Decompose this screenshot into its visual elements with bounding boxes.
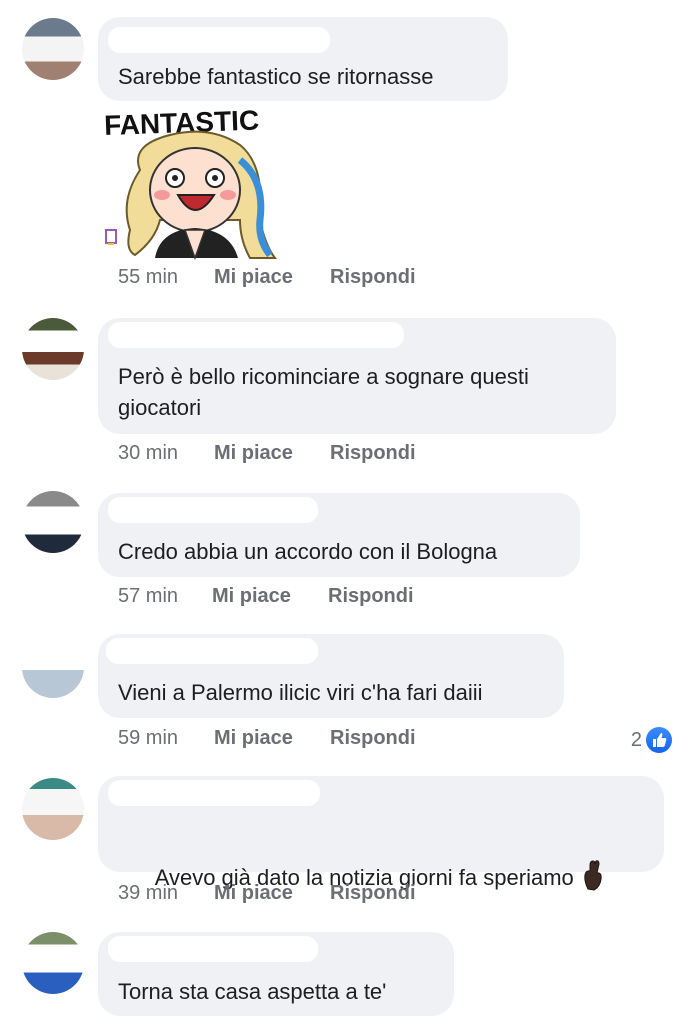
- comment-text: Credo abbia un accordo con il Bologna: [118, 539, 498, 564]
- like-button[interactable]: Mi piace: [214, 727, 293, 750]
- comment-meta: 39 min Mi piace Rispondi: [0, 882, 692, 908]
- comment-text: Avevo già dato la notizia giorni fa sper…: [118, 828, 606, 930]
- comment-bubble[interactable]: Avevo già dato la notizia giorni fa sper…: [98, 776, 664, 891]
- redacted-author-name: [106, 638, 318, 664]
- avatar[interactable]: [22, 491, 84, 553]
- timestamp: 39 min: [118, 882, 179, 904]
- thumbs-up-icon: [646, 727, 672, 753]
- redacted-author-name: [108, 322, 404, 348]
- timestamp: 30 min: [118, 442, 179, 464]
- avatar[interactable]: [22, 932, 84, 994]
- comment-text: Vieni a Palermo ilicic viri c'ha fari da…: [118, 680, 483, 705]
- redacted-author-name: [108, 27, 330, 53]
- timestamp: 57 min: [118, 585, 179, 607]
- like-button[interactable]: Mi piace: [214, 442, 293, 465]
- avatar[interactable]: [22, 318, 84, 380]
- avatar[interactable]: [22, 778, 84, 840]
- reply-button[interactable]: Rispondi: [330, 727, 416, 750]
- fantastic-sticker[interactable]: FANTASTIC: [100, 100, 290, 261]
- redacted-author-name: [108, 780, 320, 806]
- reply-button[interactable]: Rispondi: [328, 585, 414, 608]
- timestamp: 59 min: [118, 727, 179, 749]
- like-button[interactable]: Mi piace: [214, 266, 293, 289]
- redacted-author-name: [108, 936, 318, 962]
- redacted-author-name: [108, 497, 318, 523]
- reaction-count: 2: [630, 728, 642, 751]
- comment-meta: 57 min Mi piace Rispondi: [0, 585, 692, 611]
- reply-button[interactable]: Rispondi: [330, 882, 416, 905]
- comment-meta: 30 min Mi piace Rispondi: [0, 442, 692, 468]
- comment-meta: 59 min Mi piace Rispondi 2: [0, 727, 692, 753]
- comment-bubble[interactable]: Torna sta casa aspetta a te': [98, 932, 454, 1016]
- comment-bubble[interactable]: Però è bello ricominciare a sognare ques…: [98, 318, 616, 434]
- avatar[interactable]: [22, 636, 84, 698]
- reaction-summary[interactable]: 2: [631, 727, 672, 753]
- timestamp: 55 min: [118, 266, 179, 288]
- avatar[interactable]: [22, 18, 84, 80]
- comment-meta: 55 min Mi piace Rispondi: [0, 266, 692, 292]
- comment-text: Sarebbe fantastico se ritornasse: [118, 64, 434, 89]
- comment-text: Torna sta casa aspetta a te': [118, 979, 387, 1004]
- like-button[interactable]: Mi piace: [212, 585, 291, 608]
- like-button[interactable]: Mi piace: [214, 882, 293, 905]
- comment-bubble[interactable]: Vieni a Palermo ilicic viri c'ha fari da…: [98, 634, 564, 718]
- comment-bubble[interactable]: Sarebbe fantastico se ritornasse: [98, 17, 508, 101]
- reply-button[interactable]: Rispondi: [330, 442, 416, 465]
- reply-button[interactable]: Rispondi: [330, 266, 416, 289]
- comment-text: Però è bello ricominciare a sognare ques…: [118, 364, 536, 420]
- comment-bubble[interactable]: Credo abbia un accordo con il Bologna: [98, 493, 580, 577]
